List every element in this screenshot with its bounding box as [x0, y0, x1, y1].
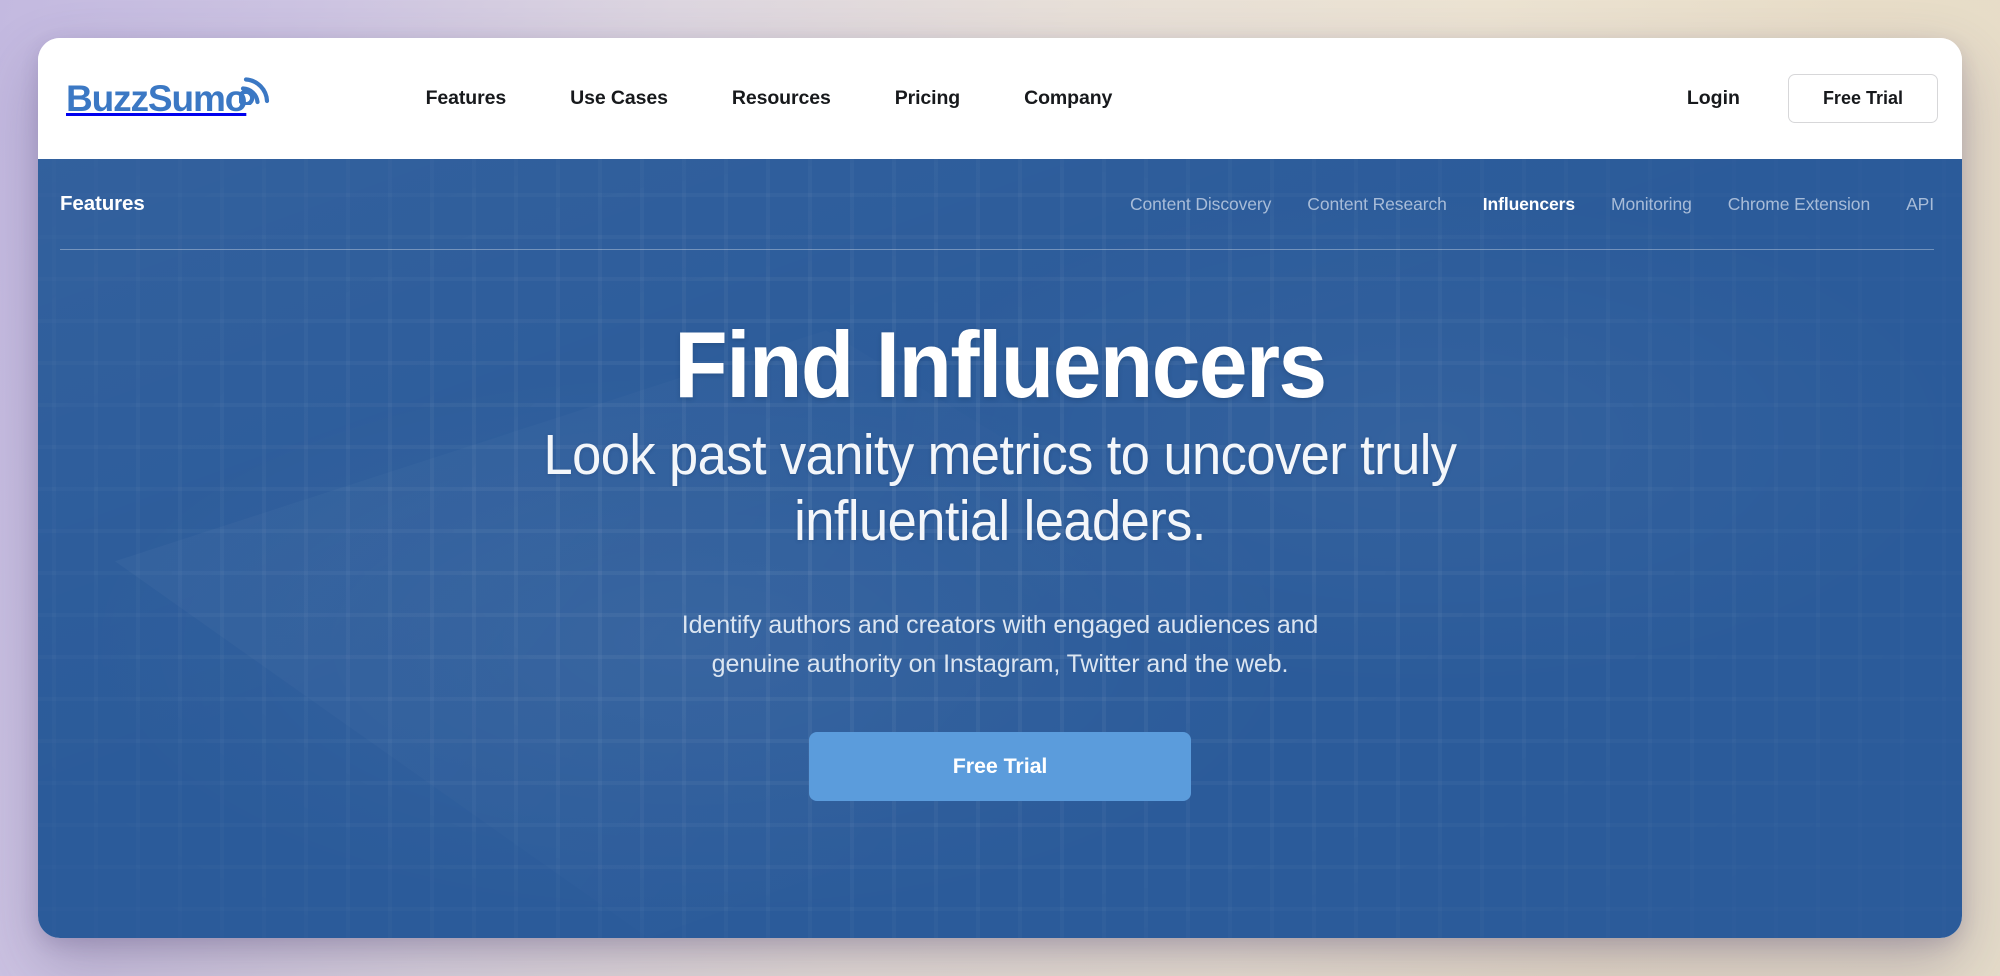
hero-title: Find Influencers: [674, 312, 1327, 417]
subnav-item-chrome-extension[interactable]: Chrome Extension: [1710, 186, 1888, 223]
subnav-item-content-discovery[interactable]: Content Discovery: [1112, 186, 1289, 223]
free-trial-button[interactable]: Free Trial: [1787, 74, 1938, 123]
hero-desc-line2: genuine authority on Instagram, Twitter …: [711, 650, 1289, 679]
buzzsumo-logo[interactable]: BuzzSumo: [66, 76, 273, 119]
nav-item-pricing[interactable]: Pricing: [863, 77, 992, 120]
hero-subtitle: Look past vanity metrics to uncover trul…: [115, 422, 1885, 554]
hero-subtitle-line1: Look past vanity metrics to uncover trul…: [543, 423, 1457, 487]
nav-item-company[interactable]: Company: [992, 77, 1144, 120]
main-nav: Features Use Cases Resources Pricing Com…: [394, 77, 1145, 120]
nav-item-resources[interactable]: Resources: [700, 77, 863, 120]
hero-section: Features Content Discovery Content Resea…: [38, 159, 1962, 938]
page-card: BuzzSumo Features Use Cases Resources Pr…: [38, 38, 1962, 938]
nav-item-features[interactable]: Features: [394, 77, 539, 120]
feature-subnav: Features Content Discovery Content Resea…: [38, 159, 1962, 249]
logo-text: BuzzSumo: [66, 78, 247, 119]
login-link[interactable]: Login: [1661, 77, 1766, 120]
subnav-item-api[interactable]: API: [1888, 186, 1934, 223]
subnav-item-influencers[interactable]: Influencers: [1465, 186, 1593, 223]
subnav-title: Features: [60, 192, 145, 215]
subnav-item-monitoring[interactable]: Monitoring: [1593, 186, 1710, 223]
hero-subtitle-line2: influential leaders.: [794, 489, 1206, 554]
subnav-item-content-research[interactable]: Content Research: [1289, 186, 1464, 223]
header-actions: Login Free Trial: [1661, 74, 1938, 123]
hero-description: Identify authors and creators with engag…: [38, 606, 1962, 684]
subnav-links: Content Discovery Content Research Influ…: [1112, 186, 1934, 223]
hero-content: Find Influencers Look past vanity metric…: [38, 250, 1962, 802]
hero-free-trial-button[interactable]: Free Trial: [809, 732, 1191, 802]
hero-desc-line1: Identify authors and creators with engag…: [681, 611, 1319, 640]
wifi-signal-icon: [238, 71, 273, 110]
site-header: BuzzSumo Features Use Cases Resources Pr…: [38, 38, 1962, 159]
nav-item-use-cases[interactable]: Use Cases: [538, 77, 700, 120]
